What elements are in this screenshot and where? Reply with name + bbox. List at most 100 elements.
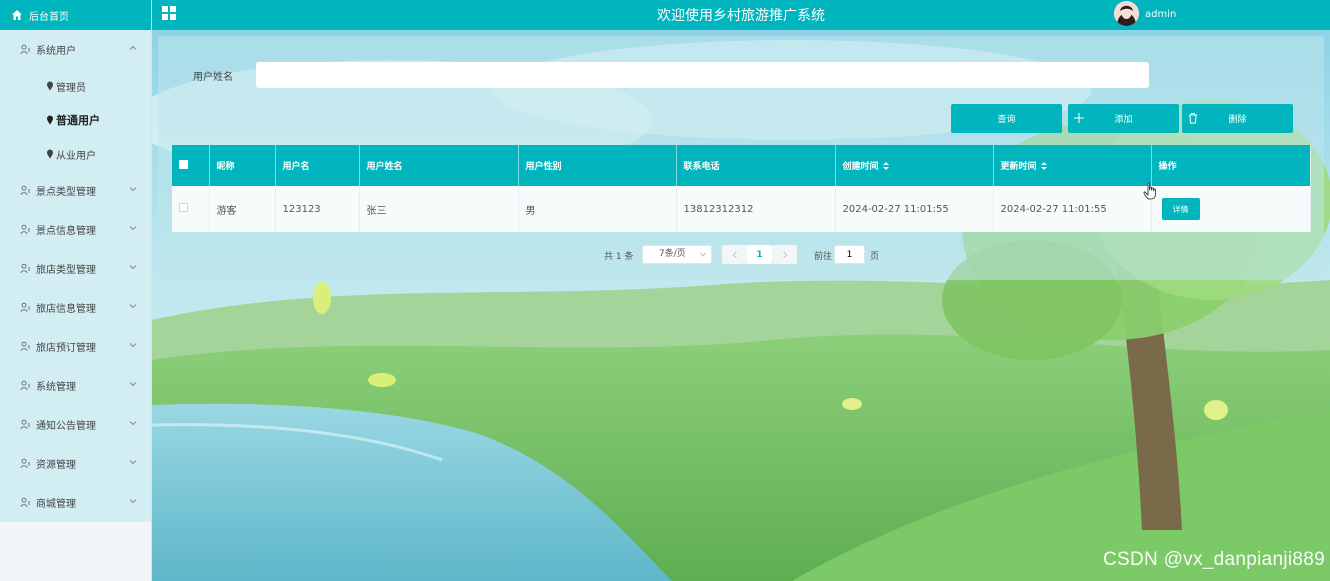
page-size-value: 7条/页	[659, 249, 686, 259]
chevron-down-icon	[129, 185, 137, 193]
page-number-current[interactable]: 1	[747, 245, 772, 264]
sidebar-subitem-admin[interactable]: 管理员	[0, 69, 151, 103]
sidebar-item-label: 系统用户	[36, 46, 76, 57]
column-header-label: 更新时间	[1000, 162, 1037, 172]
location-pin-icon	[46, 115, 54, 125]
chevron-up-icon	[129, 44, 137, 52]
sidebar-item-label: 旅店类型管理	[36, 265, 96, 276]
cell-realname: 张三	[359, 186, 519, 232]
watermark: CSDN @vx_danpianji889	[1102, 549, 1325, 570]
user-icon	[20, 497, 31, 508]
user-icon	[20, 263, 31, 274]
hand-cursor-icon	[1143, 182, 1157, 200]
add-button[interactable]: 添加	[1068, 104, 1179, 133]
page-unit-label: 页	[870, 252, 880, 262]
top-bar: 欢迎使用乡村旅游推广系统 admin	[152, 0, 1330, 30]
cell-nickname: 游客	[209, 186, 276, 232]
total-count: 共 1 条	[604, 252, 634, 262]
sidebar-item-shop[interactable]: 商城管理	[0, 483, 151, 522]
plus-icon	[1074, 112, 1084, 124]
chevron-down-icon	[129, 380, 137, 388]
home-icon	[11, 9, 23, 21]
trash-icon	[1188, 112, 1198, 124]
goto-page-input[interactable]	[834, 245, 865, 264]
column-header-created[interactable]: 创建时间	[835, 145, 994, 186]
sidebar-home[interactable]: 后台首页	[0, 0, 151, 30]
content-panel: 用户姓名 查询 添加 删除 昵称 用户名 用户姓名 用户性别 联系电话 创建时间…	[158, 36, 1324, 280]
cell-username: 123123	[275, 186, 360, 232]
column-header-updated[interactable]: 更新时间	[993, 145, 1152, 186]
user-icon	[20, 224, 31, 235]
query-button-label: 查询	[997, 115, 1016, 125]
goto-label: 前往	[814, 252, 833, 262]
name-search-input[interactable]	[256, 62, 1149, 88]
sidebar-item-system-users[interactable]: 系统用户	[0, 30, 151, 69]
chevron-down-icon	[129, 419, 137, 427]
users-table: 昵称 用户名 用户姓名 用户性别 联系电话 创建时间 更新时间 操作 游客 12…	[172, 145, 1311, 232]
user-icon	[20, 341, 31, 352]
sidebar-subitem-label: 从业用户	[56, 150, 96, 162]
sidebar-item-label: 通知公告管理	[36, 421, 96, 432]
row-checkbox[interactable]	[179, 203, 188, 212]
detail-button[interactable]: 详情	[1161, 198, 1200, 220]
sidebar-item-resources[interactable]: 资源管理	[0, 444, 151, 483]
sidebar-item-label: 旅店信息管理	[36, 304, 96, 315]
user-icon	[20, 380, 31, 391]
sidebar-menu: 系统用户 管理员 普通用户 从业用户 景点类型管理 景点信息管理 旅店类型管理	[0, 30, 151, 522]
column-header: 操作	[1151, 145, 1311, 186]
cell-updated: 2024-02-27 11:01:55	[993, 186, 1152, 232]
sidebar-item-notices[interactable]: 通知公告管理	[0, 405, 151, 444]
add-button-label: 添加	[1114, 115, 1133, 125]
chevron-right-icon	[782, 251, 787, 258]
sidebar-item-hotel-info[interactable]: 旅店信息管理	[0, 288, 151, 327]
table-header-row: 昵称 用户名 用户姓名 用户性别 联系电话 创建时间 更新时间 操作	[172, 145, 1311, 186]
user-icon	[20, 458, 31, 469]
select-all-header[interactable]	[172, 145, 210, 186]
location-pin-icon	[46, 81, 54, 91]
select-all-checkbox[interactable]	[179, 159, 188, 169]
username[interactable]: admin	[1145, 9, 1176, 20]
user-icon	[20, 185, 31, 196]
next-page-button[interactable]	[772, 245, 797, 264]
delete-button[interactable]: 删除	[1182, 104, 1293, 133]
sidebar-item-scenic-type[interactable]: 景点类型管理	[0, 171, 151, 210]
sidebar-home-label: 后台首页	[29, 11, 69, 23]
column-header-label: 创建时间	[842, 162, 879, 172]
chevron-down-icon	[700, 252, 706, 257]
chevron-down-icon	[129, 497, 137, 505]
pagination: 共 1 条 7条/页 1 前往 页	[158, 245, 1324, 265]
chevron-down-icon	[129, 341, 137, 349]
cell-created: 2024-02-27 11:01:55	[835, 186, 994, 232]
sidebar-item-system-management[interactable]: 系统管理	[0, 366, 151, 405]
user-icon	[20, 302, 31, 313]
avatar[interactable]	[1114, 1, 1139, 26]
sidebar-item-label: 旅店预订管理	[36, 343, 96, 354]
column-header: 联系电话	[676, 145, 836, 186]
cell-actions: 详情	[1151, 186, 1311, 232]
chevron-down-icon	[129, 263, 137, 271]
sort-icon[interactable]	[1040, 162, 1047, 170]
row-select-cell[interactable]	[172, 186, 210, 232]
column-header: 用户名	[275, 145, 360, 186]
sidebar-subitem-practitioners[interactable]: 从业用户	[0, 137, 151, 171]
cell-phone: 13812312312	[676, 186, 836, 232]
sort-icon[interactable]	[882, 162, 889, 170]
sidebar-item-label: 景点信息管理	[36, 226, 96, 237]
sidebar-item-label: 系统管理	[36, 382, 76, 393]
sidebar-item-scenic-info[interactable]: 景点信息管理	[0, 210, 151, 249]
delete-button-label: 删除	[1228, 115, 1247, 125]
chevron-down-icon	[129, 302, 137, 310]
sidebar-item-hotel-booking[interactable]: 旅店预订管理	[0, 327, 151, 366]
sidebar-subitem-label: 管理员	[56, 82, 86, 94]
query-button[interactable]: 查询	[951, 104, 1062, 133]
sidebar-item-label: 景点类型管理	[36, 187, 96, 198]
sidebar-item-label: 资源管理	[36, 460, 76, 471]
prev-page-button[interactable]	[722, 245, 747, 264]
sidebar-subitem-normal-users[interactable]: 普通用户	[0, 103, 151, 137]
table-row: 游客 123123 张三 男 13812312312 2024-02-27 11…	[172, 186, 1311, 232]
column-header: 用户性别	[518, 145, 677, 186]
page-size-select[interactable]: 7条/页	[642, 245, 712, 264]
sidebar: 后台首页 系统用户 管理员 普通用户 从业用户 景点类型管理 景点信息管理 旅店…	[0, 0, 152, 581]
column-header: 用户姓名	[359, 145, 519, 186]
sidebar-item-hotel-type[interactable]: 旅店类型管理	[0, 249, 151, 288]
